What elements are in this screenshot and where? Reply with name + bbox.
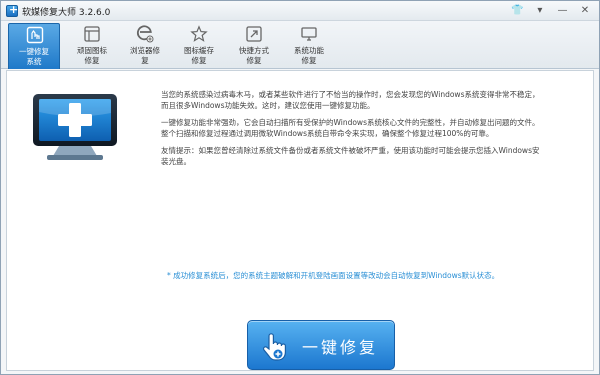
description-paragraph: 当您的系统感染过病毒木马，或者某些软件进行了不恰当的操作时，您会发现您的Wind…: [161, 90, 540, 110]
tab-one-key-repair[interactable]: 一键修复 系统: [8, 23, 60, 69]
tab-label: 一键修复 系统: [19, 47, 49, 66]
description-paragraph: 一键修复功能非常强劲，它会自动扫描所有受保护的Windows系统核心文件的完整性…: [161, 118, 540, 138]
stubborn-icon-repair-icon: [84, 26, 100, 42]
browser-repair-icon: [136, 25, 154, 43]
description: 当您的系统感染过病毒木马，或者某些软件进行了不恰当的操作时，您会发现您的Wind…: [161, 89, 545, 173]
window-controls: 👕 ▾ — ✕: [505, 4, 593, 18]
icon-cache-repair-icon: [190, 25, 208, 42]
tab-system-function-repair[interactable]: 系统功能 修复: [283, 23, 335, 69]
one-key-repair-icon: [26, 26, 44, 44]
restore-notice: * 成功修复系统后，您的系统主题破解和开机登陆画面设置等改动会自动恢复到Wind…: [167, 271, 500, 280]
tab-icon-cache-repair[interactable]: 图标缓存 修复: [173, 23, 225, 69]
tab-label: 顽固图标 修复: [77, 46, 107, 65]
main-panel: 当您的系统感染过病毒木马，或者某些软件进行了不恰当的操作时，您会发现您的Wind…: [6, 70, 594, 371]
menu-dropdown-icon[interactable]: ▾: [532, 4, 548, 18]
titlebar: 软媒修复大师 3.2.6.0 👕 ▾ — ✕: [1, 1, 599, 21]
app-window: 软媒修复大师 3.2.6.0 👕 ▾ — ✕ 一键修复 系统 顽固图标 修复: [0, 0, 600, 375]
shortcut-repair-icon: [246, 26, 262, 42]
tab-label: 快捷方式 修复: [239, 46, 269, 65]
tip-paragraph: 友情提示：如果您曾经清除过系统文件备份或者系统文件被破坏严重，使用该功能时可能会…: [161, 146, 540, 166]
tab-shortcut-repair[interactable]: 快捷方式 修复: [228, 23, 280, 69]
tab-stubborn-icon-repair[interactable]: 顽固图标 修复: [66, 23, 118, 69]
tab-label: 图标缓存 修复: [184, 46, 214, 65]
one-key-repair-button[interactable]: 一键修复: [247, 320, 395, 370]
hand-pointer-icon: [263, 333, 286, 361]
tab-browser-repair[interactable]: 浏览器修 复: [119, 23, 171, 69]
skin-icon[interactable]: 👕: [509, 4, 525, 18]
minimize-button[interactable]: —: [554, 4, 570, 18]
tab-label: 浏览器修 复: [130, 46, 160, 65]
window-title: 软媒修复大师 3.2.6.0: [22, 8, 111, 18]
one-key-repair-label: 一键修复: [302, 338, 379, 357]
close-button[interactable]: ✕: [577, 4, 593, 18]
toolbar: 一键修复 系统 顽固图标 修复 浏览器修 复 图标缓存 修复 快捷方式 修复 系…: [1, 21, 599, 69]
system-function-repair-icon: [301, 27, 317, 41]
tab-label: 系统功能 修复: [294, 46, 324, 65]
app-logo-icon: [6, 3, 18, 17]
monitor-repair-icon: [33, 94, 117, 160]
